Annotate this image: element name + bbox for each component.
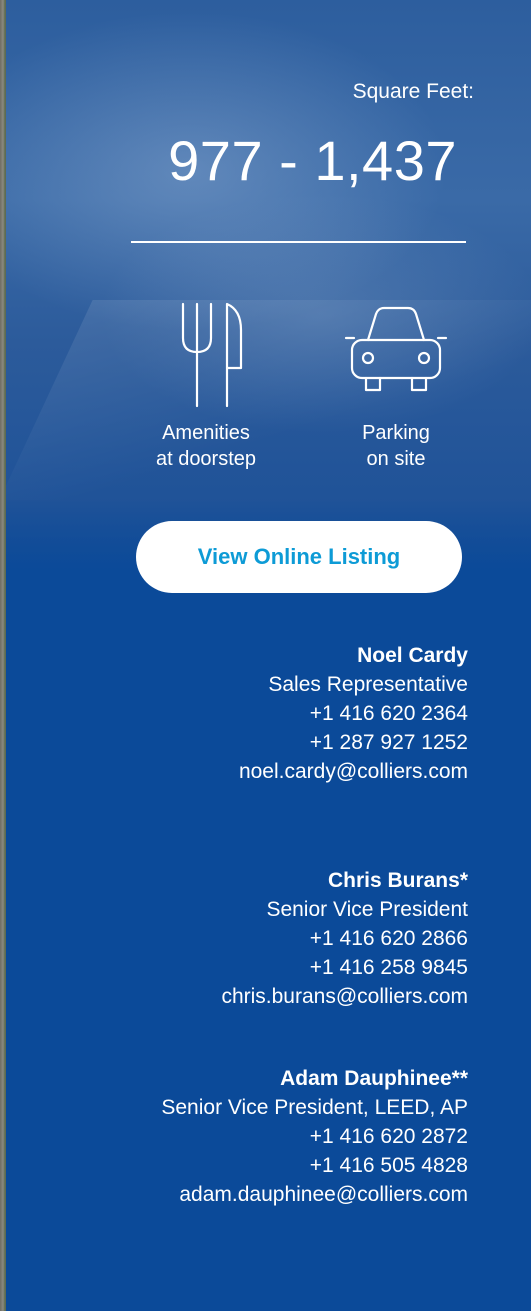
contact-title: Senior Vice President [266,898,468,921]
contact-card: Chris Burans* Senior Vice President +1 4… [221,866,468,1011]
contact-phone[interactable]: +1 416 620 2866 [221,924,468,953]
contact-title: Senior Vice President, LEED, AP [161,1096,468,1119]
contact-name: Chris Burans* [327,869,468,892]
contact-phone[interactable]: +1 287 927 1252 [239,728,468,757]
feature-amenities: Amenities at doorstep [131,300,281,472]
feature-parking: Parking on site [321,300,471,472]
feature-parking-line2: on site [366,448,426,470]
contact-phone[interactable]: +1 416 620 2364 [239,699,468,728]
contact-email[interactable]: chris.burans@colliers.com [221,982,468,1011]
square-feet-value: 977 - 1,437 [168,129,457,192]
contact-phone[interactable]: +1 416 620 2872 [161,1122,468,1151]
contact-phone[interactable]: +1 416 505 4828 [161,1151,468,1180]
square-feet-label: Square Feet: [352,80,474,103]
contact-name: Adam Dauphinee** [280,1067,468,1090]
contact-card: Adam Dauphinee** Senior Vice President, … [161,1064,468,1209]
car-icon [344,306,448,392]
fork-knife-icon [181,302,243,408]
view-online-listing-button[interactable]: View Online Listing [136,521,462,593]
divider [131,241,466,243]
feature-parking-line1: Parking [362,422,430,444]
contact-email[interactable]: noel.cardy@colliers.com [239,757,468,786]
feature-amenities-line1: Amenities [162,422,250,444]
contact-card: Noel Cardy Sales Representative +1 416 6… [239,641,468,786]
listing-panel: Square Feet: 977 - 1,437 Amenities at do… [6,0,531,1311]
contact-title: Sales Representative [268,673,468,696]
page: Square Feet: 977 - 1,437 Amenities at do… [0,0,531,1311]
feature-amenities-line2: at doorstep [155,448,257,470]
contact-email[interactable]: adam.dauphinee@colliers.com [161,1180,468,1209]
contact-phone[interactable]: +1 416 258 9845 [221,953,468,982]
contact-name: Noel Cardy [357,644,468,667]
